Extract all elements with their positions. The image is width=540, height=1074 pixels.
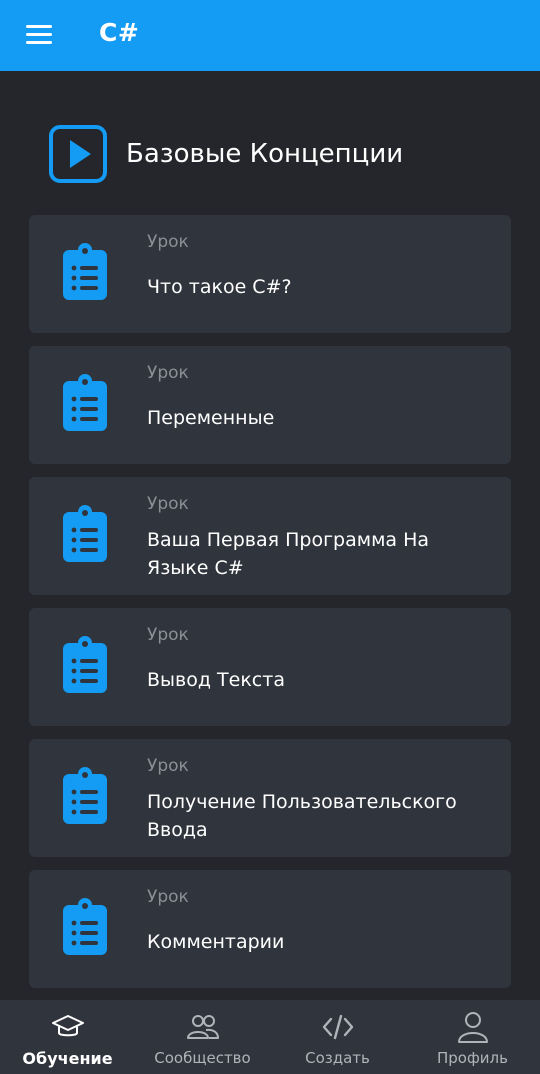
- lesson-kind-label: Урок: [147, 232, 189, 252]
- nav-item-community[interactable]: Сообщество: [135, 1000, 270, 1074]
- nav-item-profile[interactable]: Профиль: [405, 1000, 540, 1074]
- lesson-card[interactable]: Урок Комментарии: [29, 870, 511, 988]
- play-icon: [49, 125, 107, 183]
- lesson-title: Ваша Первая Программа На Языке C#: [147, 529, 430, 579]
- clipboard-list-icon: [63, 767, 107, 824]
- menu-icon[interactable]: [22, 20, 56, 48]
- nav-label: Профиль: [437, 1049, 508, 1067]
- lesson-kind-label: Урок: [147, 363, 189, 383]
- lesson-card[interactable]: Урок Что такое C#?: [29, 215, 511, 333]
- page-title: C#: [99, 18, 140, 47]
- lesson-kind-label: Урок: [147, 494, 189, 514]
- lesson-kind-label: Урок: [147, 625, 189, 645]
- nav-label: Обучение: [22, 1049, 113, 1068]
- lesson-list: Урок Что такое C#? Урок Переменные Урок …: [29, 215, 511, 1001]
- lesson-card[interactable]: Урок Вывод Текста: [29, 608, 511, 726]
- nav-item-learn[interactable]: Обучение: [0, 1000, 135, 1074]
- top-app-bar: C#: [0, 0, 540, 71]
- section-title: Базовые Концепции: [126, 139, 404, 169]
- lesson-title: Комментарии: [147, 931, 285, 953]
- clipboard-list-icon: [63, 243, 107, 300]
- lesson-title: Вывод Текста: [147, 669, 285, 691]
- nav-label: Создать: [305, 1049, 370, 1067]
- lesson-title: Получение Пользовательского Ввода: [147, 791, 457, 841]
- lesson-kind-label: Урок: [147, 756, 189, 776]
- bottom-navigation: Обучение Сообщество Создать Профиль: [0, 1000, 540, 1074]
- clipboard-list-icon: [63, 898, 107, 955]
- nav-label: Сообщество: [154, 1049, 251, 1067]
- lesson-card[interactable]: Урок Получение Пользовательского Ввода: [29, 739, 511, 857]
- graduation-cap-icon: [51, 1015, 84, 1037]
- section-header: Базовые Концепции: [48, 124, 403, 184]
- lesson-title: Что такое C#?: [147, 276, 292, 298]
- clipboard-list-icon: [63, 636, 107, 693]
- lesson-kind-label: Урок: [147, 887, 189, 907]
- app-root: C# Базовые Концепции Урок Что такое C#?: [0, 0, 540, 1074]
- lesson-card[interactable]: Урок Переменные: [29, 346, 511, 464]
- code-icon: [322, 1014, 353, 1040]
- clipboard-list-icon: [63, 505, 107, 562]
- clipboard-list-icon: [63, 374, 107, 431]
- nav-item-create[interactable]: Создать: [270, 1000, 405, 1074]
- lesson-card[interactable]: Урок Ваша Первая Программа На Языке C#: [29, 477, 511, 595]
- user-icon: [457, 1012, 488, 1043]
- lesson-title: Переменные: [147, 407, 275, 429]
- people-icon: [186, 1015, 219, 1039]
